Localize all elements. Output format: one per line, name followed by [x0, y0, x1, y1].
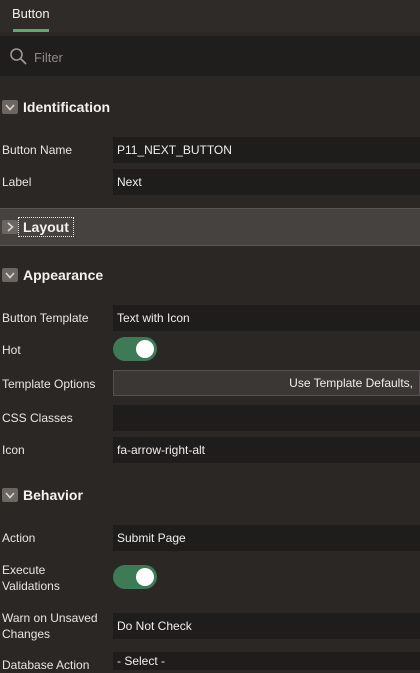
tab-button[interactable]: Button [12, 6, 50, 21]
template-options-button[interactable]: Use Template Defaults, [113, 370, 420, 396]
action-value: Submit Page [117, 531, 186, 545]
execute-validations-toggle[interactable] [113, 565, 157, 589]
database-action-label: Database Action [2, 658, 90, 672]
section-behavior[interactable]: Behavior [0, 477, 420, 513]
chevron-down-icon [2, 488, 18, 502]
button-name-field[interactable]: P11_NEXT_BUTTON [113, 137, 420, 163]
css-classes-label: CSS Classes [2, 411, 73, 425]
label-value: Next [117, 175, 142, 189]
tab-bar: Button [0, 0, 420, 32]
chevron-down-icon [2, 100, 18, 114]
icon-value: fa-arrow-right-alt [117, 443, 206, 457]
css-classes-input[interactable] [113, 405, 420, 431]
toggle-knob [136, 340, 154, 358]
action-select[interactable]: Submit Page [113, 525, 420, 551]
action-label: Action [2, 531, 36, 545]
database-action-select[interactable]: - Select - [113, 652, 420, 670]
execute-validations-label: Execute Validations [2, 563, 60, 593]
section-title-appearance: Appearance [23, 267, 104, 283]
warn-unsaved-value: Do Not Check [117, 619, 192, 633]
hot-toggle[interactable] [113, 337, 157, 361]
label-label: Label [2, 175, 32, 189]
button-template-label: Button Template [2, 311, 89, 325]
filter-input[interactable] [32, 44, 406, 70]
button-name-label: Button Name [2, 143, 73, 157]
button-template-select[interactable]: Text with Icon [113, 305, 420, 331]
section-appearance[interactable]: Appearance [0, 257, 420, 293]
chevron-down-icon [2, 268, 18, 282]
warn-unsaved-select[interactable]: Do Not Check [113, 613, 420, 639]
warn-unsaved-label: Warn on Unsaved Changes [2, 611, 98, 641]
active-tab-indicator [13, 29, 49, 32]
search-icon [10, 48, 27, 65]
database-action-value: - Select - [117, 654, 166, 668]
section-layout[interactable]: Layout [0, 208, 420, 246]
icon-input[interactable]: fa-arrow-right-alt [113, 437, 420, 463]
template-options-value: Use Template Defaults, [289, 376, 413, 390]
section-title-layout: Layout [18, 217, 74, 237]
hot-label: Hot [2, 343, 21, 357]
chevron-right-icon [2, 220, 18, 234]
filter-bar [0, 36, 420, 76]
toggle-knob [136, 568, 154, 586]
section-identification[interactable]: Identification [0, 89, 420, 125]
section-title-identification: Identification [23, 99, 111, 115]
label-field[interactable]: Next [113, 169, 420, 195]
button-template-value: Text with Icon [117, 311, 190, 325]
icon-label: Icon [2, 443, 25, 457]
button-name-value: P11_NEXT_BUTTON [117, 143, 232, 157]
template-options-label: Template Options [2, 377, 96, 391]
section-title-behavior: Behavior [23, 487, 83, 503]
